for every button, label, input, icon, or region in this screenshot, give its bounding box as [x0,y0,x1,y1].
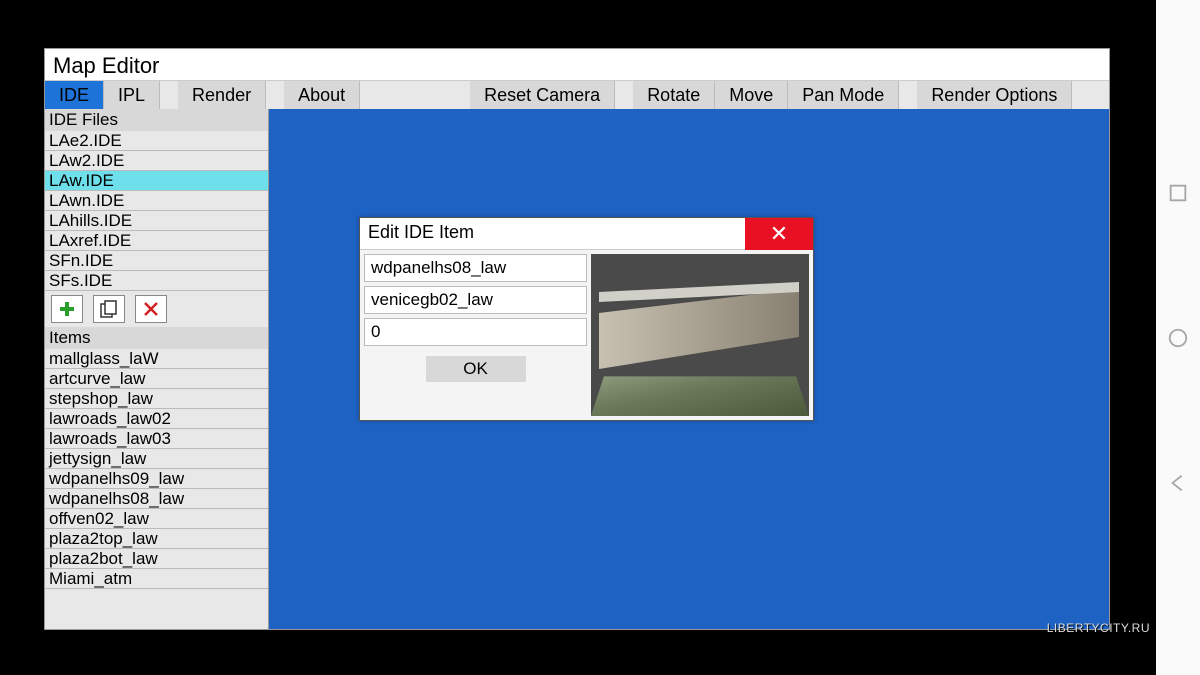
ide-file-item[interactable]: SFs.IDE [45,271,268,291]
toolbar-gap [615,81,633,109]
dialog-fields: OK [364,254,587,416]
toolbar-gap [899,81,917,109]
toolbar-gap [160,81,178,109]
ide-item[interactable]: lawroads_law03 [45,429,268,449]
copy-button[interactable] [93,295,125,323]
ide-item[interactable]: jettysign_law [45,449,268,469]
delete-button[interactable] [135,295,167,323]
preview-building [599,289,799,369]
items-list: mallglass_laWartcurve_lawstepshop_lawlaw… [45,349,268,589]
items-header: Items [45,327,268,349]
main-area: IDE Files LAe2.IDELAw2.IDELAw.IDELAwn.ID… [45,109,1109,629]
viewport-3d[interactable]: Edit IDE Item ✕ OK [269,109,1109,629]
render-options-button[interactable]: Render Options [917,81,1072,109]
screen: Map Editor IDE IPL Render About Reset Ca… [0,0,1200,675]
dialog-header: Edit IDE Item ✕ [360,218,813,250]
reset-camera-button[interactable]: Reset Camera [470,81,615,109]
tab-ide[interactable]: IDE [45,81,104,109]
ide-item[interactable]: wdpanelhs08_law [45,489,268,509]
texture-name-input[interactable] [364,286,587,314]
back-icon[interactable] [1167,472,1189,494]
edit-ide-dialog: Edit IDE Item ✕ OK [359,217,814,421]
model-name-input[interactable] [364,254,587,282]
move-button[interactable]: Move [715,81,788,109]
window-title: Map Editor [45,49,1109,81]
ide-item[interactable]: lawroads_law02 [45,409,268,429]
ide-file-item[interactable]: LAwn.IDE [45,191,268,211]
plus-icon [58,300,76,318]
ide-file-item[interactable]: LAe2.IDE [45,131,268,151]
toolbar: IDE IPL Render About Reset Camera Rotate… [45,81,1109,109]
ide-item[interactable]: plaza2top_law [45,529,268,549]
model-preview [591,254,809,416]
ide-files-header: IDE Files [45,109,268,131]
ide-item[interactable]: artcurve_law [45,369,268,389]
ide-item[interactable]: offven02_law [45,509,268,529]
dialog-close-button[interactable]: ✕ [745,218,813,250]
about-button[interactable]: About [284,81,360,109]
ide-file-item[interactable]: SFn.IDE [45,251,268,271]
add-button[interactable] [51,295,83,323]
toolbar-gap [266,81,284,109]
preview-ground [591,376,809,416]
ide-item[interactable]: wdpanelhs09_law [45,469,268,489]
sidebar: IDE Files LAe2.IDELAw2.IDELAw.IDELAwn.ID… [45,109,269,629]
ide-file-item[interactable]: LAxref.IDE [45,231,268,251]
app-window: Map Editor IDE IPL Render About Reset Ca… [44,48,1110,630]
close-icon: ✕ [770,221,788,247]
render-button[interactable]: Render [178,81,266,109]
copy-icon [99,300,119,318]
ide-files-list: LAe2.IDELAw2.IDELAw.IDELAwn.IDELAhills.I… [45,131,268,291]
android-nav-bar [1156,0,1200,675]
flags-input[interactable] [364,318,587,346]
dialog-body: OK [360,250,813,420]
dialog-title: Edit IDE Item [360,218,745,250]
x-icon [143,301,159,317]
pan-mode-button[interactable]: Pan Mode [788,81,899,109]
tab-ipl[interactable]: IPL [104,81,160,109]
icon-row [45,291,268,327]
ide-file-item[interactable]: LAw2.IDE [45,151,268,171]
home-icon[interactable] [1167,327,1189,349]
toolbar-gap [360,81,470,109]
ide-item[interactable]: mallglass_laW [45,349,268,369]
ide-file-item[interactable]: LAhills.IDE [45,211,268,231]
recent-apps-icon[interactable] [1167,182,1189,204]
watermark: LIBERTYCITY.RU [1047,621,1150,635]
ok-button[interactable]: OK [426,356,526,382]
ide-file-item[interactable]: LAw.IDE [45,171,268,191]
ide-item[interactable]: Miami_atm [45,569,268,589]
ide-item[interactable]: stepshop_law [45,389,268,409]
ide-item[interactable]: plaza2bot_law [45,549,268,569]
rotate-button[interactable]: Rotate [633,81,715,109]
